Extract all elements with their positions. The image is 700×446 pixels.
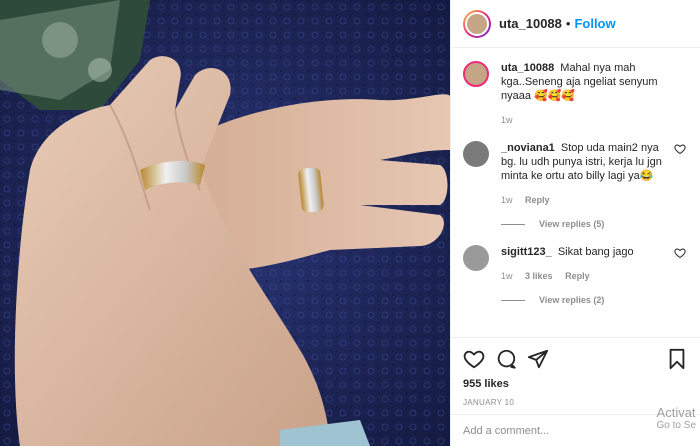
watermark-line-2: Go to Se <box>656 420 696 431</box>
comment-time[interactable]: 1w <box>501 195 513 205</box>
post-actions: 955 likes JANUARY 10 <box>451 337 700 407</box>
replies-divider <box>501 299 525 301</box>
likes-count[interactable]: 955 likes <box>463 378 688 390</box>
commenter-avatar[interactable] <box>463 61 489 87</box>
watermark-line-1: Activat <box>656 405 696 420</box>
comment-username[interactable]: _noviana1 <box>501 142 555 154</box>
view-replies-label: View replies (5) <box>539 219 605 229</box>
comment-bubble-icon[interactable] <box>495 348 517 370</box>
comment-username[interactable]: uta_10088 <box>501 62 554 74</box>
action-icons <box>463 346 688 372</box>
save-bookmark-icon[interactable] <box>666 348 688 370</box>
caption-comment: uta_10088 Mahal nya mah kga..Seneng aja … <box>463 61 692 127</box>
like-comment-heart-icon[interactable] <box>674 143 686 155</box>
comment-text: Sikat bang jago <box>557 246 634 258</box>
post-header: uta_10088 • Follow <box>451 0 700 48</box>
comment-time[interactable]: 1w <box>501 115 513 125</box>
view-replies-button[interactable]: View replies (5) <box>501 219 692 229</box>
share-paper-plane-icon[interactable] <box>527 348 549 370</box>
like-comment-heart-icon[interactable] <box>674 247 686 259</box>
comment-meta: 1w <box>501 113 676 127</box>
author-avatar[interactable] <box>463 9 491 38</box>
commenter-avatar[interactable] <box>463 141 489 167</box>
comment-item: sigitt123_ Sikat bang jago 1w 3 likes Re… <box>463 245 692 283</box>
view-replies-label: View replies (2) <box>539 295 605 305</box>
post-date[interactable]: JANUARY 10 <box>463 398 688 407</box>
comment-meta: 1w Reply <box>501 193 676 207</box>
comment-likes[interactable]: 3 likes <box>525 271 553 281</box>
author-username[interactable]: uta_10088 <box>499 16 562 31</box>
activate-windows-watermark: Activat Go to Se <box>657 406 696 432</box>
comment-username[interactable]: sigitt123_ <box>501 246 552 258</box>
follow-button[interactable]: Follow <box>574 16 615 31</box>
like-heart-icon[interactable] <box>463 348 485 370</box>
comment-meta: 1w 3 likes Reply <box>501 269 676 283</box>
view-replies-button[interactable]: View replies (2) <box>501 295 692 305</box>
add-comment-input[interactable] <box>463 424 613 437</box>
replies-divider <box>501 223 525 225</box>
instagram-post: uta_10088 • Follow uta_10088 Mahal nya m… <box>0 0 700 446</box>
post-side-panel: uta_10088 • Follow uta_10088 Mahal nya m… <box>450 0 700 446</box>
reply-button[interactable]: Reply <box>525 195 550 205</box>
comment-item: _noviana1 Stop uda main2 nya bg. lu udh … <box>463 141 692 207</box>
comment-time[interactable]: 1w <box>501 271 513 281</box>
reply-button[interactable]: Reply <box>565 271 590 281</box>
commenter-avatar[interactable] <box>463 245 489 271</box>
post-photo[interactable] <box>0 0 450 446</box>
separator-dot: • <box>565 16 571 31</box>
hands-with-rings-image <box>0 0 450 446</box>
comments-list[interactable]: uta_10088 Mahal nya mah kga..Seneng aja … <box>451 49 700 337</box>
